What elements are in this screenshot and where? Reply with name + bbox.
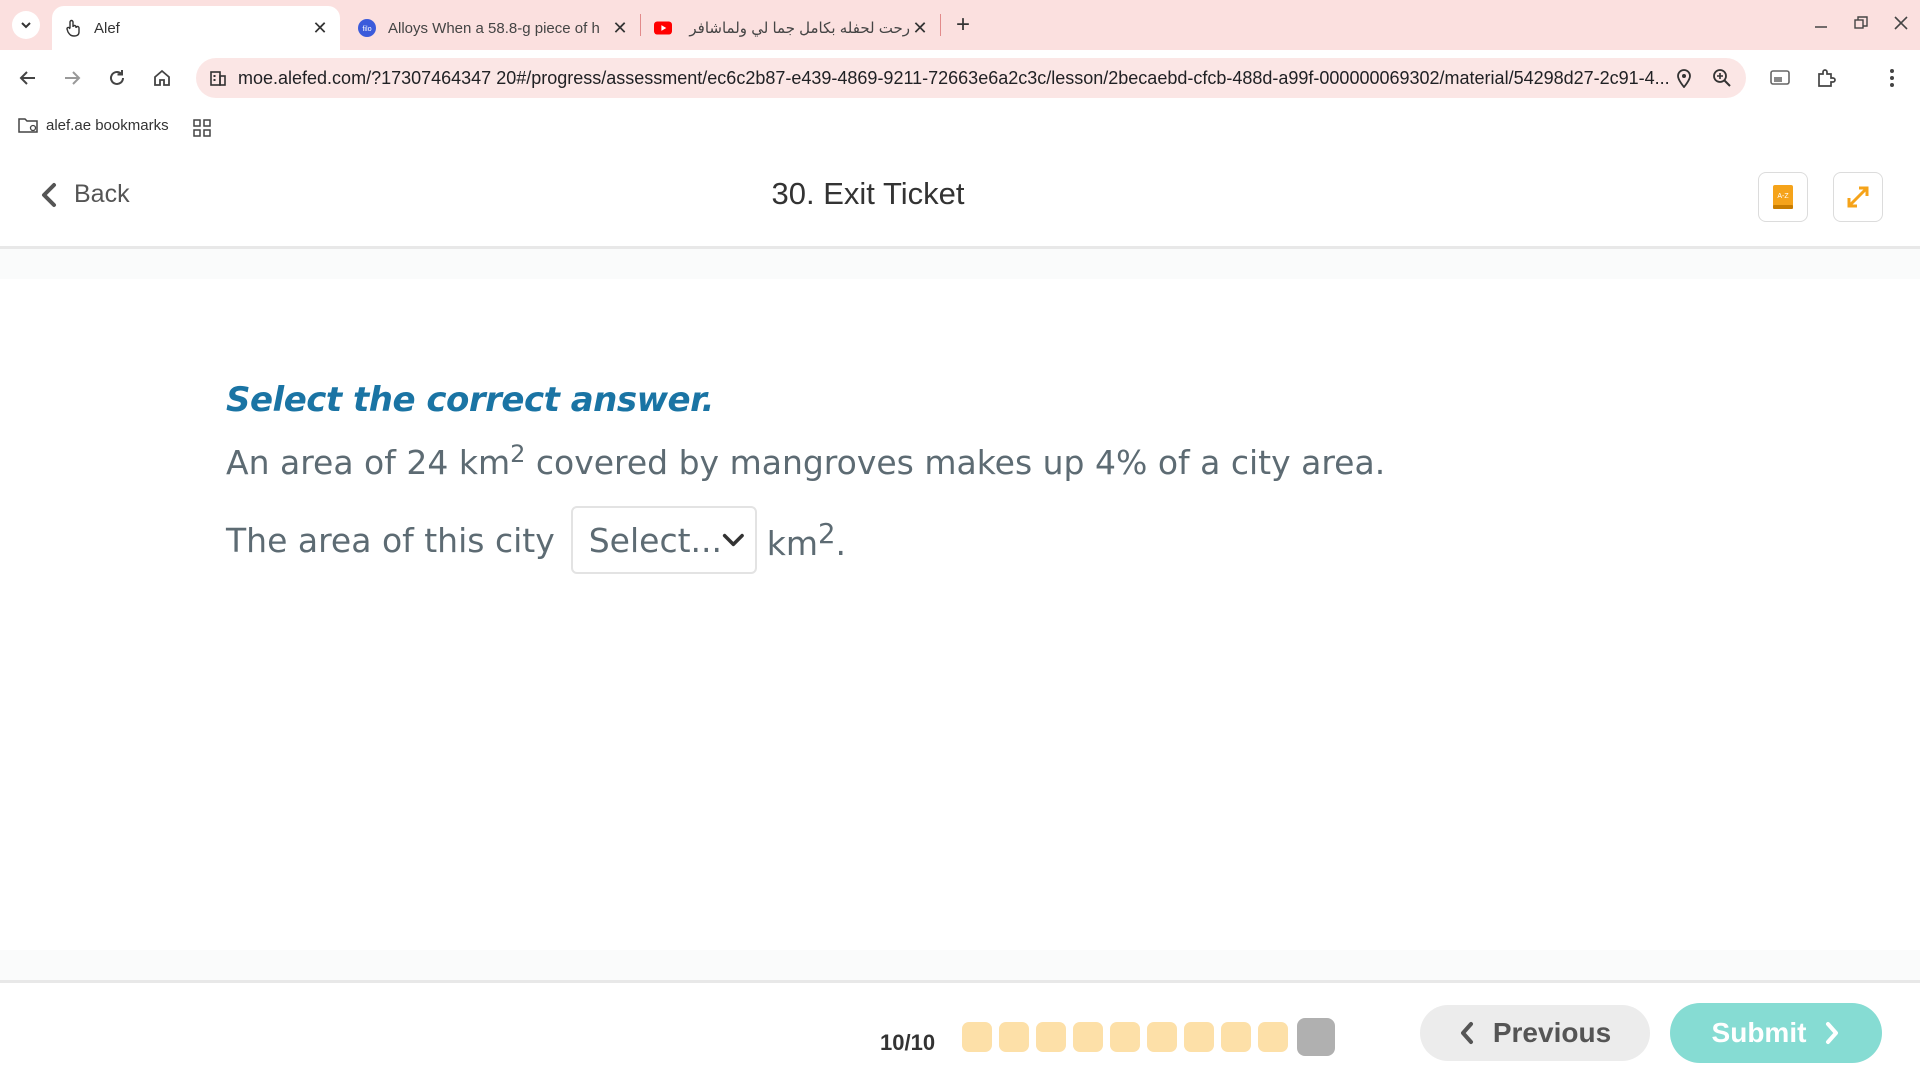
superscript: 2	[818, 517, 836, 550]
chevron-down-icon	[21, 22, 31, 29]
question-dot[interactable]	[1184, 1022, 1214, 1052]
submit-label: Submit	[1711, 1017, 1807, 1048]
reload-icon[interactable]	[103, 64, 131, 92]
menu-kebab-icon[interactable]	[1878, 64, 1906, 92]
tab-alef[interactable]: Alef ✕	[52, 6, 340, 50]
tab-youtube[interactable]: رحت لحفله بكامل جما لي ولماشافر ✕	[652, 6, 940, 50]
folder-icon	[18, 116, 38, 134]
extensions-icon[interactable]	[1812, 64, 1840, 92]
bookmark-folder[interactable]: alef.ae bookmarks	[18, 116, 169, 134]
back-arrow-icon[interactable]	[14, 64, 42, 92]
answer-select[interactable]: Select...	[570, 506, 757, 574]
answer-prompt: The area of this city	[226, 520, 555, 560]
tab-separator	[640, 14, 641, 36]
content-top-band	[0, 249, 1920, 279]
tab-title: رحت لحفله بكامل جما لي ولماشافر	[689, 20, 910, 37]
page-title: 30. Exit Ticket	[771, 176, 965, 211]
tab-separator	[940, 14, 941, 36]
progress-counter: 10/10	[880, 1030, 936, 1055]
close-icon[interactable]: ✕	[910, 18, 930, 38]
svg-text:A-Z: A-Z	[1777, 193, 1789, 200]
apps-grid-icon[interactable]	[192, 118, 212, 138]
chevron-right-icon	[1824, 1021, 1840, 1045]
tab-title: Alef	[94, 19, 120, 37]
question-dot[interactable]	[1221, 1022, 1251, 1052]
question-progress-dots	[962, 1018, 1342, 1056]
unit-text: km	[766, 523, 818, 563]
question-dot[interactable]	[1036, 1022, 1066, 1052]
unit-period: .	[835, 523, 847, 563]
answer-row: The area of this city Select... km2.	[226, 506, 1626, 574]
hand-pointer-icon	[64, 19, 82, 37]
site-info-icon[interactable]	[208, 68, 228, 88]
lesson-page: Back 30. Exit Ticket A-Z Select the corr…	[0, 150, 1920, 1083]
question-instruction: Select the correct answer.	[226, 380, 714, 420]
glossary-button[interactable]: A-Z	[1758, 172, 1808, 222]
select-placeholder: Select...	[588, 520, 723, 560]
question-block: Select the correct answer. An area of 24…	[226, 380, 1626, 574]
minimize-icon[interactable]	[1806, 8, 1836, 38]
superscript: 2	[510, 440, 526, 468]
unit-label: km2.	[767, 518, 846, 563]
fullscreen-button[interactable]	[1833, 172, 1883, 222]
previous-button[interactable]: Previous	[1420, 1005, 1650, 1061]
home-icon[interactable]	[148, 64, 176, 92]
browser-toolbar: moe.alefed.com/?17307464347 20#/progress…	[0, 50, 1920, 106]
chevron-left-icon	[1459, 1021, 1475, 1045]
content-bottom-band	[0, 950, 1920, 980]
filo-icon: filo	[358, 19, 376, 37]
restore-icon[interactable]	[1846, 8, 1876, 38]
previous-label: Previous	[1492, 1017, 1612, 1048]
question-text: An area of 24 km2 covered by mangroves m…	[226, 440, 1626, 482]
youtube-icon	[654, 19, 672, 37]
url-text: moe.alefed.com/?17307464347 20#/progress…	[238, 67, 1670, 88]
tab-title: Alloys When a 58.8-g piece of h	[388, 19, 600, 37]
question-dot[interactable]	[999, 1022, 1029, 1052]
question-dot[interactable]	[962, 1022, 992, 1052]
question-dot-current[interactable]	[1297, 1018, 1335, 1056]
chevron-down-icon	[722, 533, 744, 547]
expand-arrows-icon	[1847, 186, 1869, 208]
page-footer: 10/10 Previous Submit	[0, 980, 1920, 1083]
question-text-suffix: covered by mangroves makes up 4% of a ci…	[525, 443, 1386, 482]
tab-filo[interactable]: filo Alloys When a 58.8-g piece of h ✕	[350, 6, 640, 50]
browser-tabstrip: Alef ✕ filo Alloys When a 58.8-g piece o…	[0, 0, 1920, 50]
forward-arrow-icon[interactable]	[58, 64, 86, 92]
bookmarks-bar: alef.ae bookmarks	[0, 106, 1920, 150]
tab-search-button[interactable]	[12, 11, 40, 39]
close-window-icon[interactable]	[1886, 8, 1916, 38]
cast-icon[interactable]	[1766, 64, 1794, 92]
location-icon[interactable]	[1670, 64, 1698, 92]
question-dot[interactable]	[1073, 1022, 1103, 1052]
svg-text:filo: filo	[362, 24, 371, 33]
close-icon[interactable]: ✕	[610, 18, 630, 38]
question-dot[interactable]	[1147, 1022, 1177, 1052]
close-icon[interactable]: ✕	[310, 18, 330, 38]
question-dot[interactable]	[1110, 1022, 1140, 1052]
question-dot[interactable]	[1258, 1022, 1288, 1052]
question-text-prefix: An area of 24 km	[226, 443, 511, 482]
submit-button[interactable]: Submit	[1670, 1003, 1882, 1063]
page-header: Back 30. Exit Ticket A-Z	[0, 150, 1920, 249]
glossary-book-icon: A-Z	[1773, 185, 1793, 209]
zoom-icon[interactable]	[1708, 64, 1736, 92]
bookmark-label: alef.ae bookmarks	[46, 116, 169, 134]
new-tab-button[interactable]: +	[950, 11, 976, 38]
address-bar[interactable]: moe.alefed.com/?17307464347 20#/progress…	[196, 58, 1746, 98]
